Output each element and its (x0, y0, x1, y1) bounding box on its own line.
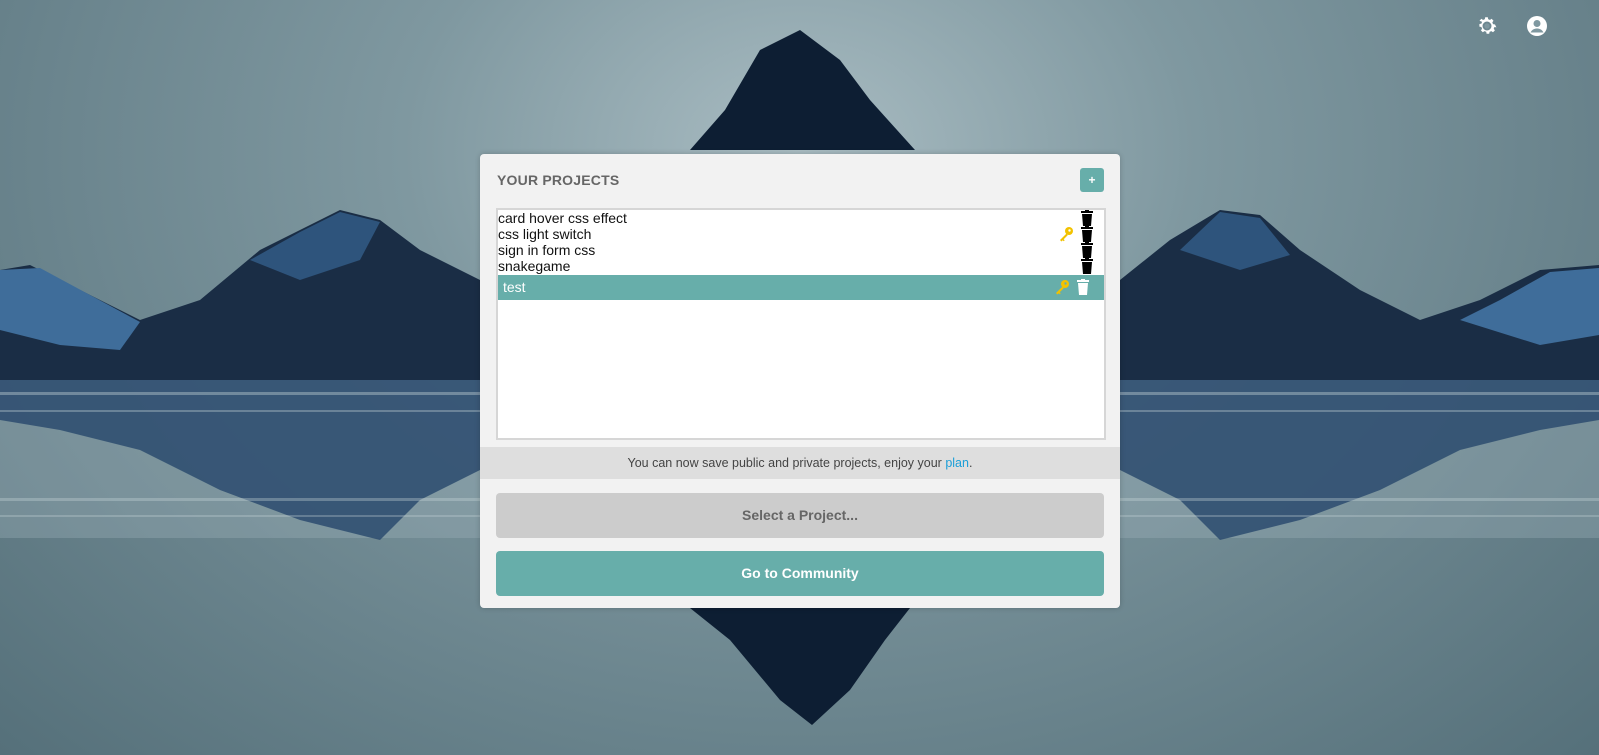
project-name: test (503, 279, 526, 295)
project-row-test[interactable]: test (498, 275, 1104, 300)
project-name: snakegame (498, 258, 571, 274)
notice-text: You can now save public and private proj… (627, 456, 946, 470)
project-row-css-light-switch[interactable]: css light switch (498, 226, 1104, 242)
top-right-toolbar (1475, 14, 1549, 38)
project-name: css light switch (498, 226, 592, 242)
key-icon[interactable] (1054, 279, 1070, 295)
trash-icon[interactable] (1080, 258, 1094, 274)
select-project-button[interactable]: Select a Project... (496, 493, 1104, 538)
project-row-sign-in-form-css[interactable]: sign in form css (498, 242, 1104, 258)
go-to-community-button[interactable]: Go to Community (496, 551, 1104, 596)
user-circle-icon[interactable] (1525, 14, 1549, 38)
notice-end: . (968, 456, 973, 470)
project-name: card hover css effect (498, 210, 627, 226)
trash-icon[interactable] (1080, 210, 1094, 226)
gear-icon[interactable] (1475, 14, 1499, 38)
plan-notice: You can now save public and private proj… (480, 447, 1120, 479)
trash-icon[interactable] (1080, 226, 1094, 242)
trash-icon[interactable] (1076, 279, 1090, 295)
project-row-card-hover-css-effect[interactable]: card hover css effect (498, 210, 1104, 226)
plan-link[interactable]: plan (945, 456, 969, 470)
project-name: sign in form css (498, 242, 596, 258)
project-list: card hover css effect css light switch s… (496, 208, 1106, 440)
trash-icon[interactable] (1080, 242, 1094, 258)
projects-panel: YOUR PROJECTS + card hover css effect cs… (480, 154, 1120, 608)
panel-title: YOUR PROJECTS (497, 172, 620, 188)
add-project-button[interactable]: + (1080, 168, 1104, 192)
key-icon[interactable] (1058, 226, 1074, 242)
project-row-snakegame[interactable]: snakegame (498, 258, 1104, 274)
